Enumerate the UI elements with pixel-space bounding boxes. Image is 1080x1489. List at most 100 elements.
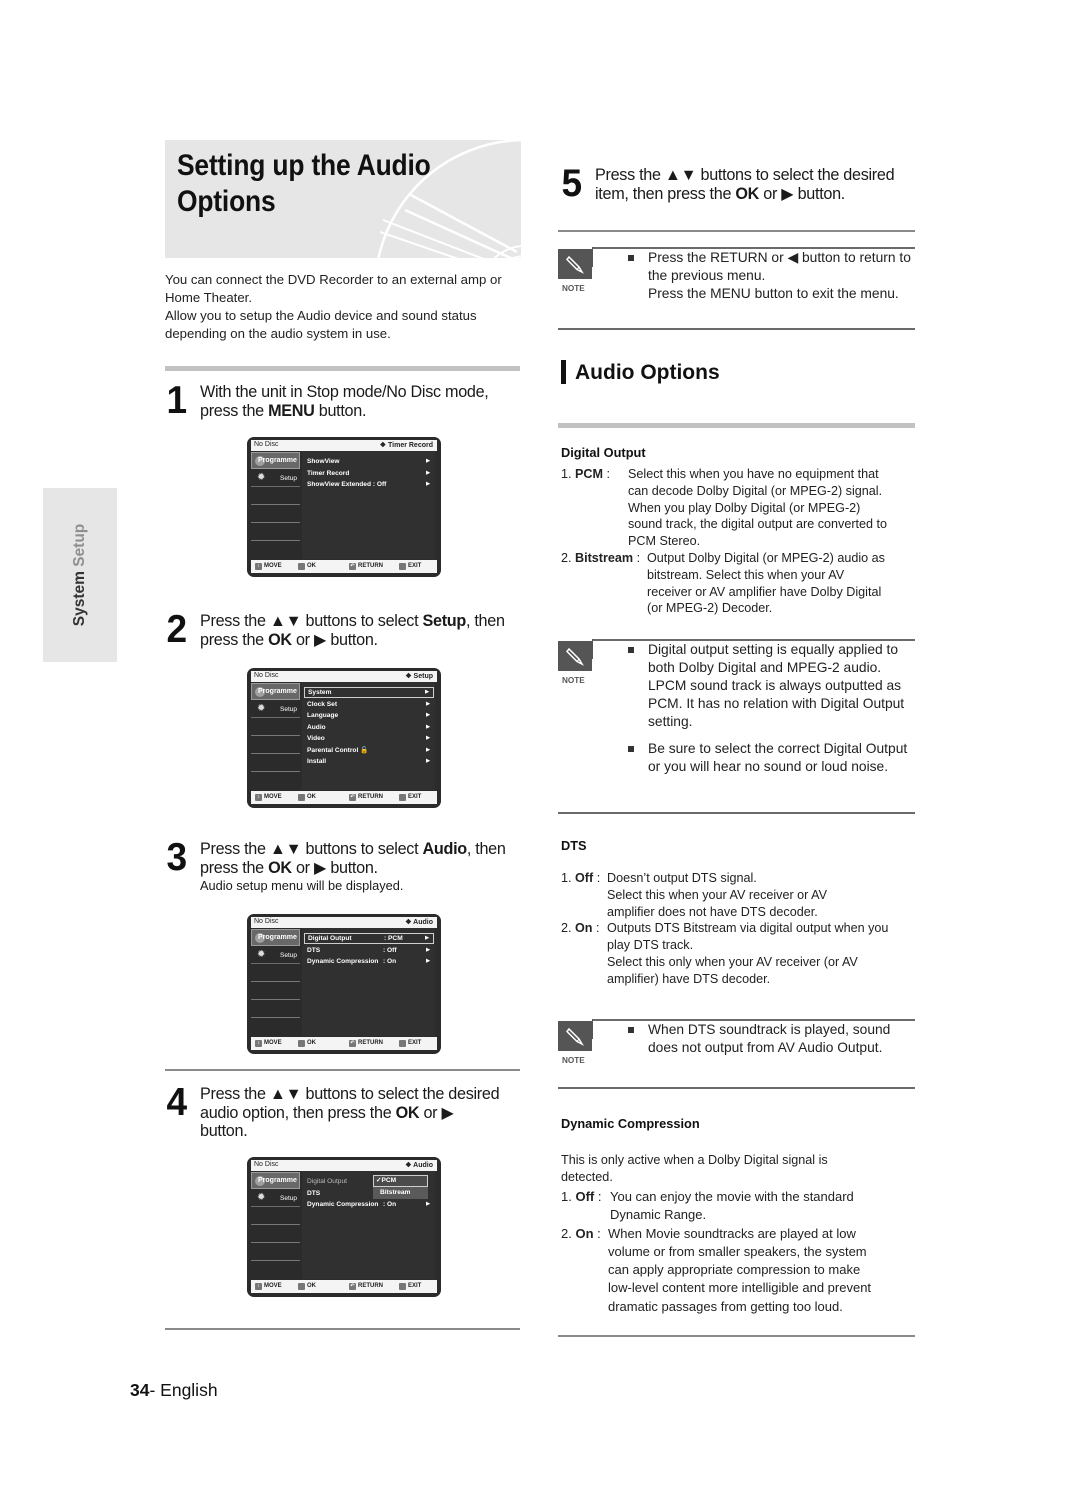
osd-sidebar-label: Programme [258, 1177, 297, 1184]
key-label: OK [307, 1040, 316, 1046]
step-line: Press the ▲▼ buttons to select Setup, th… [200, 612, 505, 631]
note-bullet: Digital output setting is equally applie… [628, 641, 918, 731]
osd-menu-item[interactable]: System ▶ [304, 687, 434, 698]
step-line: item, then press the OK or ▶ button. [595, 185, 894, 204]
chevron-right-icon: ▶ [426, 481, 430, 487]
text: Press the ▲▼ buttons to select [200, 840, 423, 858]
key-name: OK [268, 630, 292, 649]
step-number: 2 [166, 608, 188, 651]
step-instruction: Press the ▲▼ buttons to select Audio, th… [200, 840, 506, 895]
osd-popup-option[interactable]: ✓PCM [373, 1175, 428, 1187]
key-label: MOVE [264, 794, 282, 800]
chevron-right-icon: ▶ [426, 746, 430, 753]
step-line: press the MENU button. [200, 402, 489, 421]
osd-menu-item[interactable]: DTS: Off ▶ [304, 945, 434, 956]
text-line: sound track, the digital output are conv… [628, 517, 888, 532]
osd-menu-item[interactable]: Language ▶ [304, 710, 434, 721]
osd-key-guide: ↕ MOVE OK ↶ RETURN EXIT [251, 1037, 437, 1050]
osd-sidebar-programme[interactable]: Programme [251, 452, 300, 469]
osd-sidebar-programme[interactable]: Programme [251, 1172, 300, 1189]
osd-key-move: ↕ MOVE [255, 563, 282, 570]
osd-menu-item-value: : Off [383, 946, 397, 954]
page-language: - English [149, 1380, 218, 1400]
osd-sidebar: Programme ✹ Setup [251, 928, 300, 1036]
text-line: This is only active when a Dolby Digital… [561, 1153, 828, 1167]
osd-disc-status: No Disc [254, 441, 279, 448]
updown-icon: ↕ [255, 1040, 262, 1047]
text-line: can decode Dolby Digital (or MPEG-2) sig… [628, 483, 883, 498]
osd-key-exit: EXIT [399, 1040, 421, 1047]
gear-icon: ✹ [257, 949, 266, 960]
text: or ▶ button. [291, 858, 378, 877]
osd-menu-item[interactable]: Clock Set ▶ [304, 699, 434, 710]
heading-bar [561, 360, 566, 384]
osd-sidebar-empty [251, 1243, 300, 1261]
ok-icon [298, 794, 305, 801]
osd-menu-item[interactable]: ShowView ▶ [304, 456, 434, 467]
digital-output-list: 1. PCM : Select this when you have no equ… [561, 466, 921, 617]
section-tab-word-setup: Setup [71, 523, 88, 567]
title-line-2: Options [177, 185, 276, 218]
osd-menu-item[interactable]: ShowView Extended : Off ▶ [304, 479, 434, 490]
page-number-value: 34 [130, 1380, 150, 1400]
title-line-1: Setting up the Audio [177, 149, 431, 182]
osd-sidebar-setup[interactable]: ✹ Setup [251, 1190, 300, 1207]
definition-text: When Movie soundtracks are played at low… [608, 1225, 871, 1316]
osd-disc-status: No Disc [254, 672, 279, 679]
key-name: MENU [268, 401, 315, 420]
osd-menu-item[interactable]: Dynamic Compression: On ▶ [304, 1199, 434, 1210]
title-banner: Setting up the Audio Options [165, 140, 521, 258]
step-line: button. [200, 1122, 248, 1140]
key-label: RETURN [358, 794, 383, 800]
separator: : [593, 871, 601, 885]
osd-sidebar: Programme ✹ Setup [251, 1171, 300, 1279]
osd-sidebar-programme[interactable]: Programme [251, 683, 300, 700]
section-heading: Audio Options [561, 360, 720, 385]
osd-menu-item[interactable]: Install ▶ [304, 756, 434, 767]
key-label: OK [307, 794, 316, 800]
osd-breadcrumb: ❖ Audio [405, 1162, 433, 1169]
digital-output-heading: Digital Output [561, 445, 646, 460]
exit-icon [399, 794, 406, 801]
step-line: Press the ▲▼ buttons to select Audio, th… [200, 840, 506, 859]
note-bullet: Be sure to select the correct Digital Ou… [628, 740, 918, 776]
osd-sidebar-empty [251, 982, 300, 1000]
osd-menu-item[interactable]: Dynamic Compression: On ▶ [304, 956, 434, 967]
osd-menu-item-label: Video [307, 735, 325, 742]
osd-menu-item[interactable]: Audio ▶ [304, 722, 434, 733]
intro-paragraph: Allow you to setup the Audio device and … [165, 308, 477, 341]
key-label: EXIT [408, 1283, 422, 1289]
osd-status-bar: No Disc ❖ Setup [251, 671, 437, 682]
osd-menu-item[interactable]: Parental Control 🔓 ▶ [304, 745, 434, 756]
text-line: Outputs DTS Bitstream via digital output… [607, 921, 889, 936]
osd-menu-item[interactable]: Timer Record ▶ [304, 468, 434, 479]
chevron-right-icon: ▶ [426, 723, 430, 730]
osd-sidebar-setup[interactable]: ✹ Setup [251, 947, 300, 964]
text-line: PCM Stereo. [628, 534, 701, 549]
osd-sidebar-label: Programme [258, 688, 297, 695]
intro-text: You can connect the DVD Recorder to an e… [165, 271, 525, 343]
osd-popup-option[interactable]: Bitstream [373, 1187, 428, 1199]
divider [165, 1328, 520, 1330]
text-line: When Movie soundtracks are played at low [608, 1225, 856, 1241]
osd-sidebar-empty [251, 1225, 300, 1243]
step-line: press the OK or ▶ button. [200, 631, 505, 650]
chevron-right-icon: ▶ [426, 758, 430, 764]
osd-menu-item-label: System [308, 689, 332, 696]
definition-text: Select this when you have no equipment t… [628, 466, 887, 550]
key-label: RETURN [358, 563, 383, 569]
osd-sidebar-setup[interactable]: ✹ Setup [251, 701, 300, 718]
step-line: press the OK or ▶ button. [200, 859, 506, 878]
osd-menu-item[interactable]: Video ▶ [304, 733, 434, 744]
gear-icon: ✹ [257, 472, 266, 483]
osd-menu-item[interactable]: Digital Output: PCM ▶ [304, 933, 434, 944]
note-line: Press the MENU button to exit the menu. [648, 286, 899, 301]
osd-sidebar-setup[interactable]: ✹ Setup [251, 470, 300, 487]
osd-sidebar-label: Setup [280, 1195, 297, 1202]
osd-sidebar-empty [251, 487, 300, 505]
section-tab-word-system: System [71, 571, 88, 627]
osd-sidebar-programme[interactable]: Programme [251, 929, 300, 946]
osd-breadcrumb: ❖ Timer Record [379, 442, 433, 449]
osd-sidebar-empty [251, 718, 300, 736]
text: audio option, then press the [200, 1103, 396, 1122]
